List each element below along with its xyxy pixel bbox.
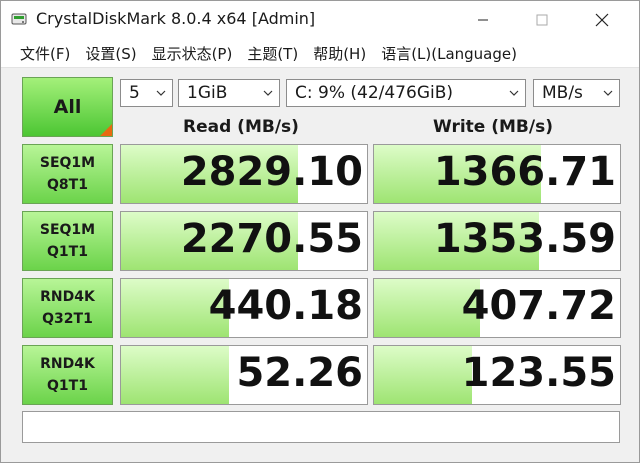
menu-bar: 文件(F) 设置(S) 显示状态(P) 主题(T) 帮助(H) 语言(L)(La… bbox=[1, 39, 639, 68]
write-result-value: 123.55 bbox=[461, 350, 616, 396]
read-result: 2829.10 bbox=[120, 144, 368, 204]
read-result: 52.26 bbox=[120, 345, 368, 405]
read-column-header: Read (MB/s) bbox=[183, 117, 299, 137]
menu-profile[interactable]: 显示状态(P) bbox=[146, 43, 242, 64]
write-result: 123.55 bbox=[373, 345, 621, 405]
maximize-icon bbox=[536, 14, 548, 26]
drive-value: C: 9% (42/476GiB) bbox=[295, 83, 454, 103]
maximize-button[interactable] bbox=[520, 1, 564, 39]
test-count-value: 5 bbox=[129, 83, 140, 103]
test-button-rnd4k-q32t1[interactable]: RND4K Q32T1 bbox=[22, 278, 113, 338]
window-title: CrystalDiskMark 8.0.4 x64 [Admin] bbox=[36, 9, 316, 28]
test-button-params: Q1T1 bbox=[47, 244, 88, 260]
test-count-select[interactable]: 5 bbox=[120, 79, 173, 107]
close-icon bbox=[595, 13, 609, 27]
unit-value: MB/s bbox=[542, 83, 583, 103]
write-result: 1366.71 bbox=[373, 144, 621, 204]
minimize-icon bbox=[478, 19, 488, 21]
menu-language[interactable]: 语言(L)(Language) bbox=[375, 43, 526, 64]
write-result: 407.72 bbox=[373, 278, 621, 338]
unit-select[interactable]: MB/s bbox=[533, 79, 620, 107]
comment-field[interactable] bbox=[22, 411, 620, 443]
write-result: 1353.59 bbox=[373, 211, 621, 271]
write-result-value: 1366.71 bbox=[433, 149, 616, 195]
test-button-name: RND4K bbox=[40, 356, 95, 372]
app-window: CrystalDiskMark 8.0.4 x64 [Admin] 文件(F) … bbox=[0, 0, 640, 463]
test-button-params: Q8T1 bbox=[47, 177, 88, 193]
read-result-value: 2270.55 bbox=[180, 216, 363, 262]
test-size-select[interactable]: 1GiB bbox=[178, 79, 280, 107]
test-button-name: SEQ1M bbox=[39, 155, 96, 171]
test-button-seq1m-q1t1[interactable]: SEQ1M Q1T1 bbox=[22, 211, 113, 271]
all-button-label: All bbox=[53, 96, 82, 118]
chevron-down-icon bbox=[263, 90, 273, 96]
corner-indicator-icon bbox=[100, 124, 112, 136]
read-result: 2270.55 bbox=[120, 211, 368, 271]
write-result-bar bbox=[374, 346, 473, 404]
read-result: 440.18 bbox=[120, 278, 368, 338]
test-button-rnd4k-q1t1[interactable]: RND4K Q1T1 bbox=[22, 345, 113, 405]
chevron-down-icon bbox=[156, 90, 166, 96]
write-result-value: 1353.59 bbox=[433, 216, 616, 262]
menu-file[interactable]: 文件(F) bbox=[1, 43, 79, 64]
menu-settings[interactable]: 设置(S) bbox=[79, 43, 145, 64]
chevron-down-icon bbox=[509, 90, 519, 96]
write-result-value: 407.72 bbox=[461, 283, 616, 329]
test-size-value: 1GiB bbox=[187, 83, 228, 103]
all-button[interactable]: All bbox=[22, 77, 113, 137]
read-result-value: 440.18 bbox=[208, 283, 363, 329]
read-result-bar bbox=[121, 346, 230, 404]
disk-app-icon bbox=[11, 13, 27, 25]
test-button-name: SEQ1M bbox=[39, 222, 96, 238]
minimize-button[interactable] bbox=[461, 1, 505, 39]
menu-help[interactable]: 帮助(H) bbox=[307, 43, 375, 64]
close-button[interactable] bbox=[580, 1, 624, 39]
menu-theme[interactable]: 主题(T) bbox=[241, 43, 307, 64]
test-button-seq1m-q8t1[interactable]: SEQ1M Q8T1 bbox=[22, 144, 113, 204]
chevron-down-icon bbox=[603, 90, 613, 96]
read-result-value: 52.26 bbox=[236, 350, 363, 396]
test-button-params: Q32T1 bbox=[42, 311, 93, 327]
title-bar[interactable]: CrystalDiskMark 8.0.4 x64 [Admin] bbox=[1, 1, 639, 39]
drive-select[interactable]: C: 9% (42/476GiB) bbox=[286, 79, 526, 107]
write-column-header: Write (MB/s) bbox=[433, 117, 553, 137]
read-result-value: 2829.10 bbox=[180, 149, 363, 195]
test-button-params: Q1T1 bbox=[47, 378, 88, 394]
test-button-name: RND4K bbox=[40, 289, 95, 305]
